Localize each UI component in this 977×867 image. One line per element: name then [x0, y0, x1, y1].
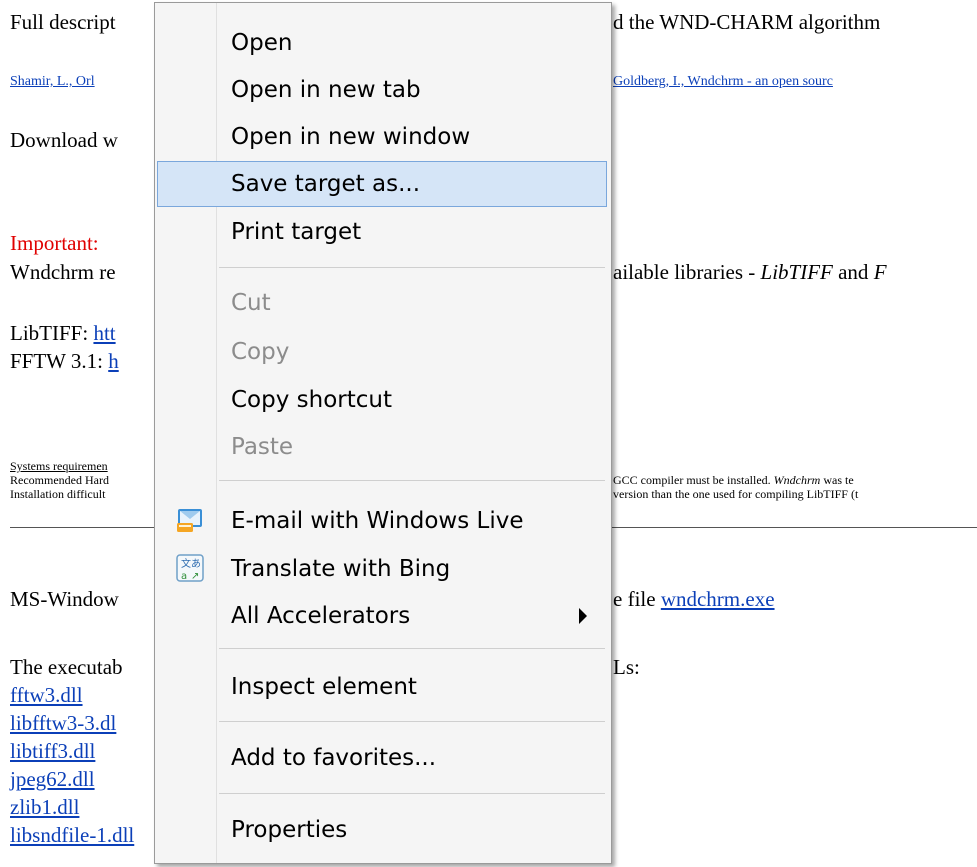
- menu-item-copy-shortcut[interactable]: Copy shortcut: [157, 377, 607, 423]
- mswindows-text-right: e file wndchrm.exe: [613, 587, 775, 611]
- sys-req-line2-left: Recommended Hard: [10, 473, 109, 487]
- menu-item-paste[interactable]: Paste: [157, 424, 607, 470]
- requires-text-right: ailable libraries - LibTIFF and F: [613, 260, 887, 284]
- submenu-arrow-icon: [579, 608, 587, 624]
- sys-req-line2-prefix: GCC compiler must be installed.: [613, 473, 774, 487]
- menu-separator: [219, 480, 605, 481]
- windows-live-mail-icon: [175, 505, 205, 535]
- dll-link-libfftw3[interactable]: libfftw3-3.dl: [10, 711, 116, 735]
- important-label: Important:: [10, 231, 99, 255]
- menu-separator: [219, 721, 605, 722]
- description-text-right: d the WND-CHARM algorithm: [613, 10, 881, 34]
- libtiff-label: LibTIFF:: [10, 321, 94, 345]
- menu-item-save-target-as[interactable]: Save target as...: [157, 161, 607, 207]
- menu-separator: [219, 267, 605, 268]
- menu-item-label: E-mail with Windows Live: [231, 508, 524, 534]
- dll-link-zlib1[interactable]: zlib1.dll: [10, 795, 79, 819]
- requires-suffix: and: [832, 260, 874, 284]
- menu-item-add-to-favorites[interactable]: Add to favorites...: [157, 735, 607, 781]
- libtiff-link[interactable]: htt: [93, 321, 115, 345]
- menu-item-label: Paste: [231, 434, 294, 460]
- menu-item-label: Open in new tab: [231, 77, 421, 103]
- menu-item-label: Print target: [231, 219, 362, 245]
- svg-text:あ: あ: [191, 558, 201, 570]
- menu-item-label: Properties: [231, 817, 348, 843]
- svg-text:文: 文: [181, 557, 191, 570]
- menu-item-label: Copy shortcut: [231, 387, 392, 413]
- menu-separator: [219, 648, 605, 649]
- menu-item-label: Open in new window: [231, 124, 471, 150]
- fftw-italic: F: [873, 260, 887, 284]
- menu-item-email-windows-live[interactable]: E-mail with Windows Live: [157, 498, 607, 544]
- menu-item-label: Open: [231, 30, 293, 56]
- bing-translate-icon: 文 あ a ↗: [175, 553, 205, 583]
- menu-item-open-new-window[interactable]: Open in new window: [157, 114, 607, 160]
- menu-item-label: Cut: [231, 290, 271, 316]
- menu-item-label: Translate with Bing: [231, 556, 451, 582]
- executable-text-right: Ls:: [613, 655, 640, 679]
- fftw-label: FFTW 3.1:: [10, 349, 109, 373]
- sys-req-line3-left: Installation difficult: [10, 487, 106, 501]
- sys-req-line3-right: version than the one used for compiling …: [613, 487, 859, 501]
- menu-separator: [219, 793, 605, 794]
- menu-item-inspect-element[interactable]: Inspect element: [157, 664, 607, 710]
- menu-item-label: Copy: [231, 339, 290, 365]
- menu-item-translate-bing[interactable]: 文 あ a ↗ Translate with Bing: [157, 546, 607, 592]
- menu-item-open[interactable]: Open: [157, 20, 607, 66]
- dll-link-libtiff3[interactable]: libtiff3.dll: [10, 739, 95, 763]
- wndchrm-exe-link[interactable]: wndchrm.exe: [661, 587, 775, 611]
- svg-text:↗: ↗: [191, 571, 199, 582]
- executable-text-left: The executab: [10, 655, 123, 679]
- menu-item-all-accelerators[interactable]: All Accelerators: [157, 593, 607, 639]
- mswindows-prefix: e file: [613, 587, 661, 611]
- fftw-link[interactable]: h: [108, 349, 119, 373]
- dll-link-fftw3[interactable]: fftw3.dll: [10, 683, 83, 707]
- menu-item-label: Inspect element: [231, 674, 417, 700]
- fftw-line: FFTW 3.1: h: [10, 349, 119, 373]
- sys-req-line2-suffix: was te: [820, 473, 854, 487]
- dll-link-libsndfile[interactable]: libsndfile-1.dll: [10, 823, 134, 847]
- citation-link-left[interactable]: Shamir, L., Orl: [10, 74, 95, 90]
- sys-req-line1: Systems requiremen: [10, 459, 108, 473]
- mswindows-text-left: MS-Window: [10, 587, 119, 611]
- svg-text:a: a: [181, 571, 187, 582]
- description-text-left: Full descript: [10, 10, 116, 34]
- menu-item-copy[interactable]: Copy: [157, 329, 607, 375]
- requires-prefix: ailable libraries -: [613, 260, 761, 284]
- menu-item-properties[interactable]: Properties: [157, 807, 607, 853]
- requires-text-left: Wndchrm re: [10, 260, 116, 284]
- libtiff-line: LibTIFF: htt: [10, 321, 116, 345]
- sys-req-line2-italic: Wndchrm: [773, 473, 821, 487]
- menu-item-print-target[interactable]: Print target: [157, 209, 607, 255]
- menu-item-cut[interactable]: Cut: [157, 280, 607, 326]
- menu-item-label: Add to favorites...: [231, 745, 437, 771]
- context-menu: Open Open in new tab Open in new window …: [154, 2, 612, 864]
- download-text: Download w: [10, 128, 118, 152]
- citation-link-right[interactable]: Goldberg, I., Wndchrm - an open sourc: [613, 74, 833, 90]
- libtiff-italic: LibTIFF: [760, 260, 833, 284]
- dll-link-jpeg62[interactable]: jpeg62.dll: [10, 767, 95, 791]
- menu-item-label: All Accelerators: [231, 603, 411, 629]
- menu-item-open-new-tab[interactable]: Open in new tab: [157, 67, 607, 113]
- menu-item-label: Save target as...: [231, 171, 421, 197]
- sys-req-line2-right: GCC compiler must be installed. Wndchrm …: [613, 473, 854, 487]
